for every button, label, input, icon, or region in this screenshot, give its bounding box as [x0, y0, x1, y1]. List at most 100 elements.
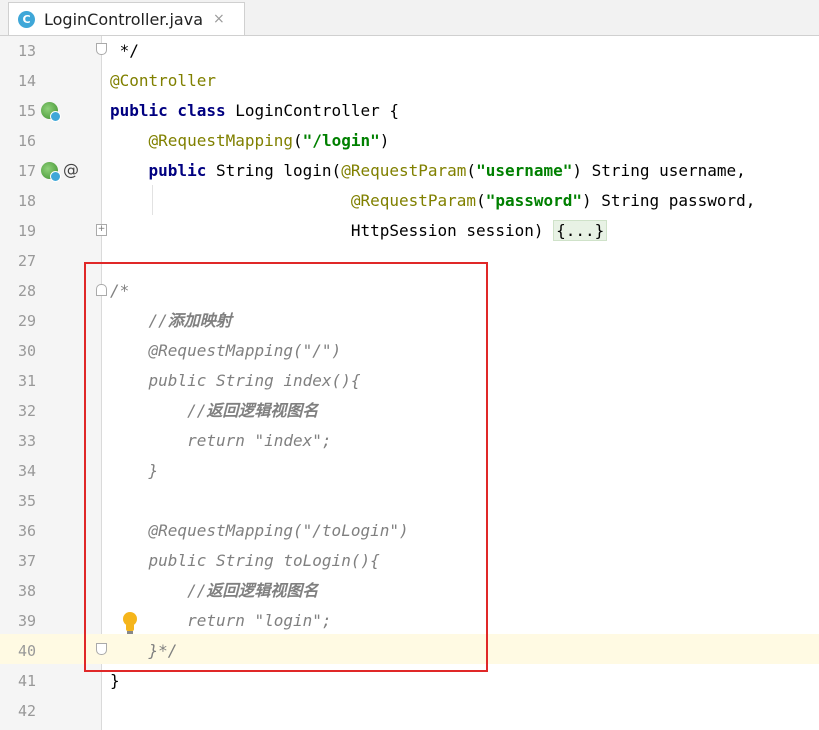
- code-line[interactable]: 41}: [0, 666, 819, 696]
- code-token: (: [466, 161, 477, 180]
- code-token: @Controller: [110, 71, 216, 90]
- code-token: }: [110, 671, 120, 690]
- code-line[interactable]: 30 @RequestMapping("/"): [0, 336, 819, 366]
- code-text[interactable]: @RequestMapping("/"): [110, 336, 342, 366]
- line-number: 42: [17, 702, 36, 720]
- code-text[interactable]: }: [110, 456, 159, 486]
- code-token: public String toLogin(){: [110, 551, 380, 570]
- code-text[interactable]: public String index(){: [110, 366, 361, 396]
- code-token: //: [110, 401, 207, 420]
- code-text[interactable]: public class LoginController {: [110, 96, 399, 126]
- line-number: 14: [17, 72, 36, 90]
- annotation-at-icon[interactable]: @: [63, 160, 79, 179]
- code-line[interactable]: 19 HttpSession session) {...}: [0, 216, 819, 246]
- code-token: //: [110, 581, 207, 600]
- code-token[interactable]: {...}: [553, 220, 608, 241]
- line-number: 18: [17, 192, 36, 210]
- code-line[interactable]: 38 //返回逻辑视图名: [0, 576, 819, 606]
- code-line[interactable]: 17 public String login(@RequestParam("us…: [0, 156, 819, 186]
- code-line[interactable]: 16 @RequestMapping("/login"): [0, 126, 819, 156]
- code-token: }: [110, 461, 159, 480]
- code-token: ) String password,: [582, 191, 756, 210]
- fold-expand-icon[interactable]: +: [96, 224, 107, 236]
- line-number: 36: [17, 522, 36, 540]
- fold-end-marker-icon[interactable]: [96, 643, 107, 655]
- code-token: public: [148, 161, 207, 180]
- code-token: String login(: [206, 161, 342, 180]
- code-line[interactable]: 33 return "index";: [0, 426, 819, 456]
- code-text[interactable]: */: [110, 36, 139, 66]
- code-text[interactable]: }*/: [110, 636, 178, 666]
- code-token: "/login": [302, 131, 380, 150]
- code-token: ): [379, 131, 390, 150]
- fold-end-marker-icon[interactable]: [96, 43, 107, 55]
- indent-guide: [152, 185, 153, 215]
- code-line[interactable]: 28 /*: [0, 276, 819, 306]
- code-line[interactable]: 31 public String index(){: [0, 366, 819, 396]
- code-line[interactable]: 36 @RequestMapping("/toLogin"): [0, 516, 819, 546]
- code-text[interactable]: //返回逻辑视图名: [110, 396, 318, 426]
- code-line[interactable]: 27: [0, 246, 819, 276]
- line-number: 41: [17, 672, 36, 690]
- code-line[interactable]: 13 */: [0, 36, 819, 66]
- code-text[interactable]: /*: [110, 276, 129, 306]
- editor-tab-bar: C LoginController.java ×: [0, 0, 819, 36]
- code-token: "password": [485, 191, 583, 210]
- code-token: */: [110, 41, 139, 60]
- line-number: 35: [17, 492, 36, 510]
- code-token: @RequestMapping("/"): [110, 341, 342, 360]
- line-number: 39: [17, 612, 36, 630]
- code-line[interactable]: 34 }: [0, 456, 819, 486]
- fold-start-marker-icon[interactable]: [96, 284, 107, 296]
- line-number: 30: [17, 342, 36, 360]
- lightbulb-icon[interactable]: [122, 612, 138, 636]
- code-text[interactable]: @RequestMapping("/login"): [110, 126, 390, 156]
- line-number: 17: [17, 162, 36, 180]
- code-token: "username": [476, 161, 573, 180]
- close-icon[interactable]: ×: [213, 11, 225, 27]
- code-token: 返回逻辑视图名: [206, 581, 319, 600]
- line-number: 15: [17, 102, 36, 120]
- code-token: public class: [110, 101, 226, 120]
- line-number: 40: [17, 642, 36, 660]
- code-token: ) String username,: [572, 161, 746, 180]
- code-token: LoginController {: [225, 101, 399, 120]
- code-token: @RequestMapping: [148, 131, 294, 150]
- code-text[interactable]: @RequestMapping("/toLogin"): [110, 516, 409, 546]
- code-line[interactable]: 32 //返回逻辑视图名: [0, 396, 819, 426]
- code-token: @RequestMapping("/toLogin"): [110, 521, 409, 540]
- line-number: 34: [17, 462, 36, 480]
- code-text[interactable]: @Controller: [110, 66, 216, 96]
- code-text[interactable]: public String login(@RequestParam("usern…: [110, 156, 746, 186]
- code-line[interactable]: 42: [0, 696, 819, 726]
- code-line[interactable]: 14 @Controller: [0, 66, 819, 96]
- code-line[interactable]: 29 //添加映射: [0, 306, 819, 336]
- code-line[interactable]: 40 }*/: [0, 636, 819, 666]
- spring-request-mapping-icon[interactable]: [41, 162, 61, 182]
- code-text[interactable]: //添加映射: [110, 306, 232, 336]
- code-text[interactable]: //返回逻辑视图名: [110, 576, 318, 606]
- code-text[interactable]: @RequestParam("password") String passwor…: [110, 186, 756, 216]
- code-token: return "index";: [110, 431, 332, 450]
- spring-bean-icon[interactable]: [41, 102, 61, 122]
- code-token: HttpSession session): [110, 221, 554, 240]
- code-line[interactable]: 18 @RequestParam("password") String pass…: [0, 186, 819, 216]
- code-token: @RequestParam: [341, 161, 467, 180]
- line-number: 27: [17, 252, 36, 270]
- code-text[interactable]: return "login";: [110, 606, 332, 636]
- line-number: 37: [17, 552, 36, 570]
- code-line[interactable]: 15 public class LoginController {: [0, 96, 819, 126]
- code-line[interactable]: 35: [0, 486, 819, 516]
- code-token: return "login";: [110, 611, 332, 630]
- code-line[interactable]: 37 public String toLogin(){: [0, 546, 819, 576]
- code-token: /*: [110, 281, 130, 300]
- code-text[interactable]: public String toLogin(){: [110, 546, 380, 576]
- code-text[interactable]: return "index";: [110, 426, 332, 456]
- code-token: public String index(){: [110, 371, 361, 390]
- code-text[interactable]: HttpSession session) {...}: [110, 216, 608, 246]
- tab-file-name: LoginController.java: [44, 9, 204, 29]
- tab-login-controller[interactable]: C LoginController.java ×: [8, 2, 245, 35]
- code-text[interactable]: }: [110, 666, 120, 696]
